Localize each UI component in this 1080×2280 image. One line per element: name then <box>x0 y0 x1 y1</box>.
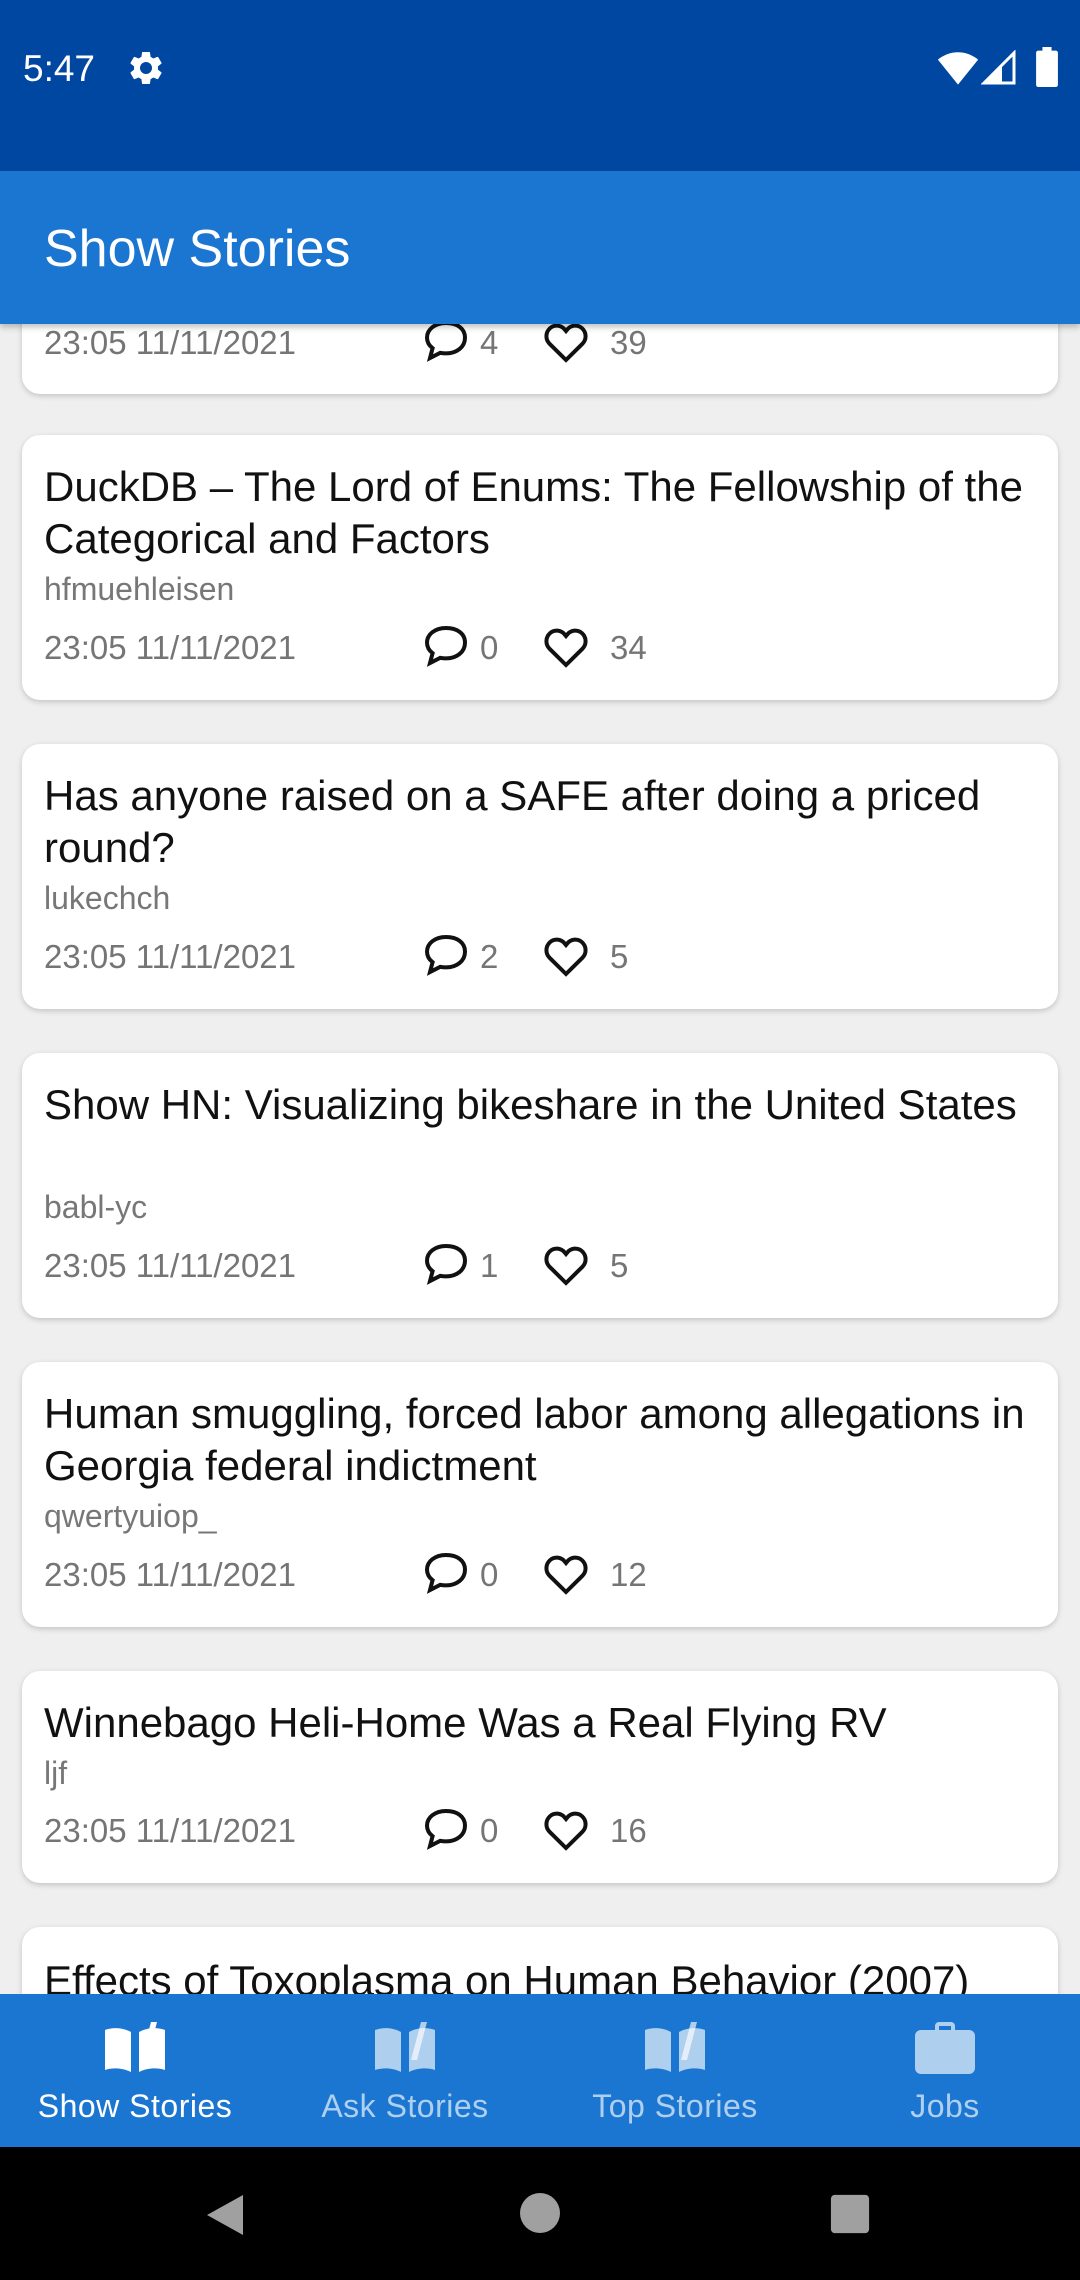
story-date: 23:05 11/11/2021 <box>44 1247 297 1284</box>
like-count: 39 <box>610 324 647 361</box>
like-count: 34 <box>610 629 647 666</box>
page-title: Show Stories <box>44 220 351 278</box>
status-time: 5:47 <box>23 48 96 89</box>
like-count: 16 <box>610 1812 647 1849</box>
story-title[interactable]: Winnebago Heli-Home Was a Real Flying RV <box>44 1697 1038 1749</box>
story-title[interactable]: Effects of Toxoplasma on Human Behavior … <box>44 1955 1038 1994</box>
back-icon[interactable] <box>203 2191 247 2239</box>
settings-icon <box>130 51 162 84</box>
tab-ask-stories[interactable]: Ask Stories <box>270 1994 540 2147</box>
story-date: 23:05 11/11/2021 <box>44 938 297 975</box>
recents-icon[interactable] <box>829 2193 871 2235</box>
story-card[interactable]: 23:05 11/11/2021 4 39 <box>22 324 1058 394</box>
comment-count: 0 <box>480 1812 499 1849</box>
story-title[interactable]: Show HN: Visualizing bikeshare in the Un… <box>44 1079 1038 1131</box>
tab-jobs[interactable]: Jobs <box>810 1994 1080 2147</box>
story-card[interactable]: DuckDB – The Lord of Enums: The Fellowsh… <box>22 435 1058 700</box>
signal-icon <box>981 50 1016 85</box>
tab-label: Top Stories <box>592 2088 758 2124</box>
comment-count: 0 <box>480 629 499 666</box>
comment-icon[interactable] <box>422 933 470 977</box>
book-open-icon <box>645 2022 705 2072</box>
battery-icon <box>1036 47 1058 87</box>
story-title[interactable]: Human smuggling, forced labor among alle… <box>44 1388 1038 1492</box>
book-open-icon <box>375 2022 435 2072</box>
story-author: lukechch <box>44 880 171 916</box>
wifi-icon <box>937 52 979 85</box>
story-date: 23:05 11/11/2021 <box>44 629 297 666</box>
comment-icon[interactable] <box>422 624 470 668</box>
tab-label: Show Stories <box>37 2088 233 2124</box>
home-icon[interactable] <box>518 2191 562 2235</box>
tab-label: Ask Stories <box>321 2088 489 2124</box>
comment-icon[interactable] <box>422 324 470 363</box>
story-meta: 23:05 11/11/2021 1 5 <box>44 1240 1044 1290</box>
like-count: 5 <box>610 1247 629 1284</box>
story-author: hfmuehleisen <box>44 571 235 607</box>
comment-icon[interactable] <box>422 1242 470 1286</box>
story-list[interactable]: 23:05 11/11/2021 4 39 DuckDB – The Lord … <box>0 324 1080 1994</box>
story-card[interactable]: Human smuggling, forced labor among alle… <box>22 1362 1058 1627</box>
heart-icon[interactable] <box>542 1242 590 1286</box>
story-title[interactable]: DuckDB – The Lord of Enums: The Fellowsh… <box>44 461 1038 565</box>
comment-count: 1 <box>480 1247 499 1284</box>
comment-count: 4 <box>480 324 499 361</box>
book-open-icon <box>105 2022 165 2072</box>
heart-icon[interactable] <box>542 624 590 668</box>
status-bar: 5:47 <box>0 0 1080 171</box>
tab-show-stories[interactable]: Show Stories <box>0 1994 270 2147</box>
tab-label: Jobs <box>910 2088 980 2124</box>
heart-icon[interactable] <box>542 1551 590 1595</box>
story-meta: 23:05 11/11/2021 0 34 <box>44 622 1044 672</box>
comment-icon[interactable] <box>422 1551 470 1595</box>
app-bar: Show Stories <box>0 171 1080 324</box>
heart-icon[interactable] <box>542 324 590 363</box>
story-card[interactable]: Winnebago Heli-Home Was a Real Flying RV… <box>22 1671 1058 1883</box>
comment-count: 2 <box>480 938 499 975</box>
story-title[interactable]: Has anyone raised on a SAFE after doing … <box>44 770 1038 874</box>
story-meta: 23:05 11/11/2021 2 5 <box>44 931 1044 981</box>
story-card[interactable]: Has anyone raised on a SAFE after doing … <box>22 744 1058 1009</box>
story-date: 23:05 11/11/2021 <box>44 1556 297 1593</box>
system-navigation-bar <box>0 2147 1080 2280</box>
bottom-navigation: Show Stories Ask Stories Top Stories Job… <box>0 1994 1080 2147</box>
briefcase-icon <box>915 2022 975 2074</box>
tab-top-stories[interactable]: Top Stories <box>540 1994 810 2147</box>
story-card[interactable]: Effects of Toxoplasma on Human Behavior … <box>22 1927 1058 1994</box>
heart-icon[interactable] <box>542 1807 590 1851</box>
story-meta: 23:05 11/11/2021 0 16 <box>44 1805 1044 1855</box>
heart-icon[interactable] <box>542 933 590 977</box>
story-date: 23:05 11/11/2021 <box>44 324 297 361</box>
story-date: 23:05 11/11/2021 <box>44 1812 297 1849</box>
like-count: 5 <box>610 938 629 975</box>
story-card[interactable]: Show HN: Visualizing bikeshare in the Un… <box>22 1053 1058 1318</box>
story-author: babl-yc <box>44 1189 148 1225</box>
comment-count: 0 <box>480 1556 499 1593</box>
story-author: qwertyuiop_ <box>44 1498 217 1534</box>
story-meta: 23:05 11/11/2021 0 12 <box>44 1549 1044 1599</box>
like-count: 12 <box>610 1556 647 1593</box>
story-meta: 23:05 11/11/2021 4 39 <box>44 324 1044 367</box>
story-author: ljf <box>44 1755 68 1791</box>
comment-icon[interactable] <box>422 1807 470 1851</box>
